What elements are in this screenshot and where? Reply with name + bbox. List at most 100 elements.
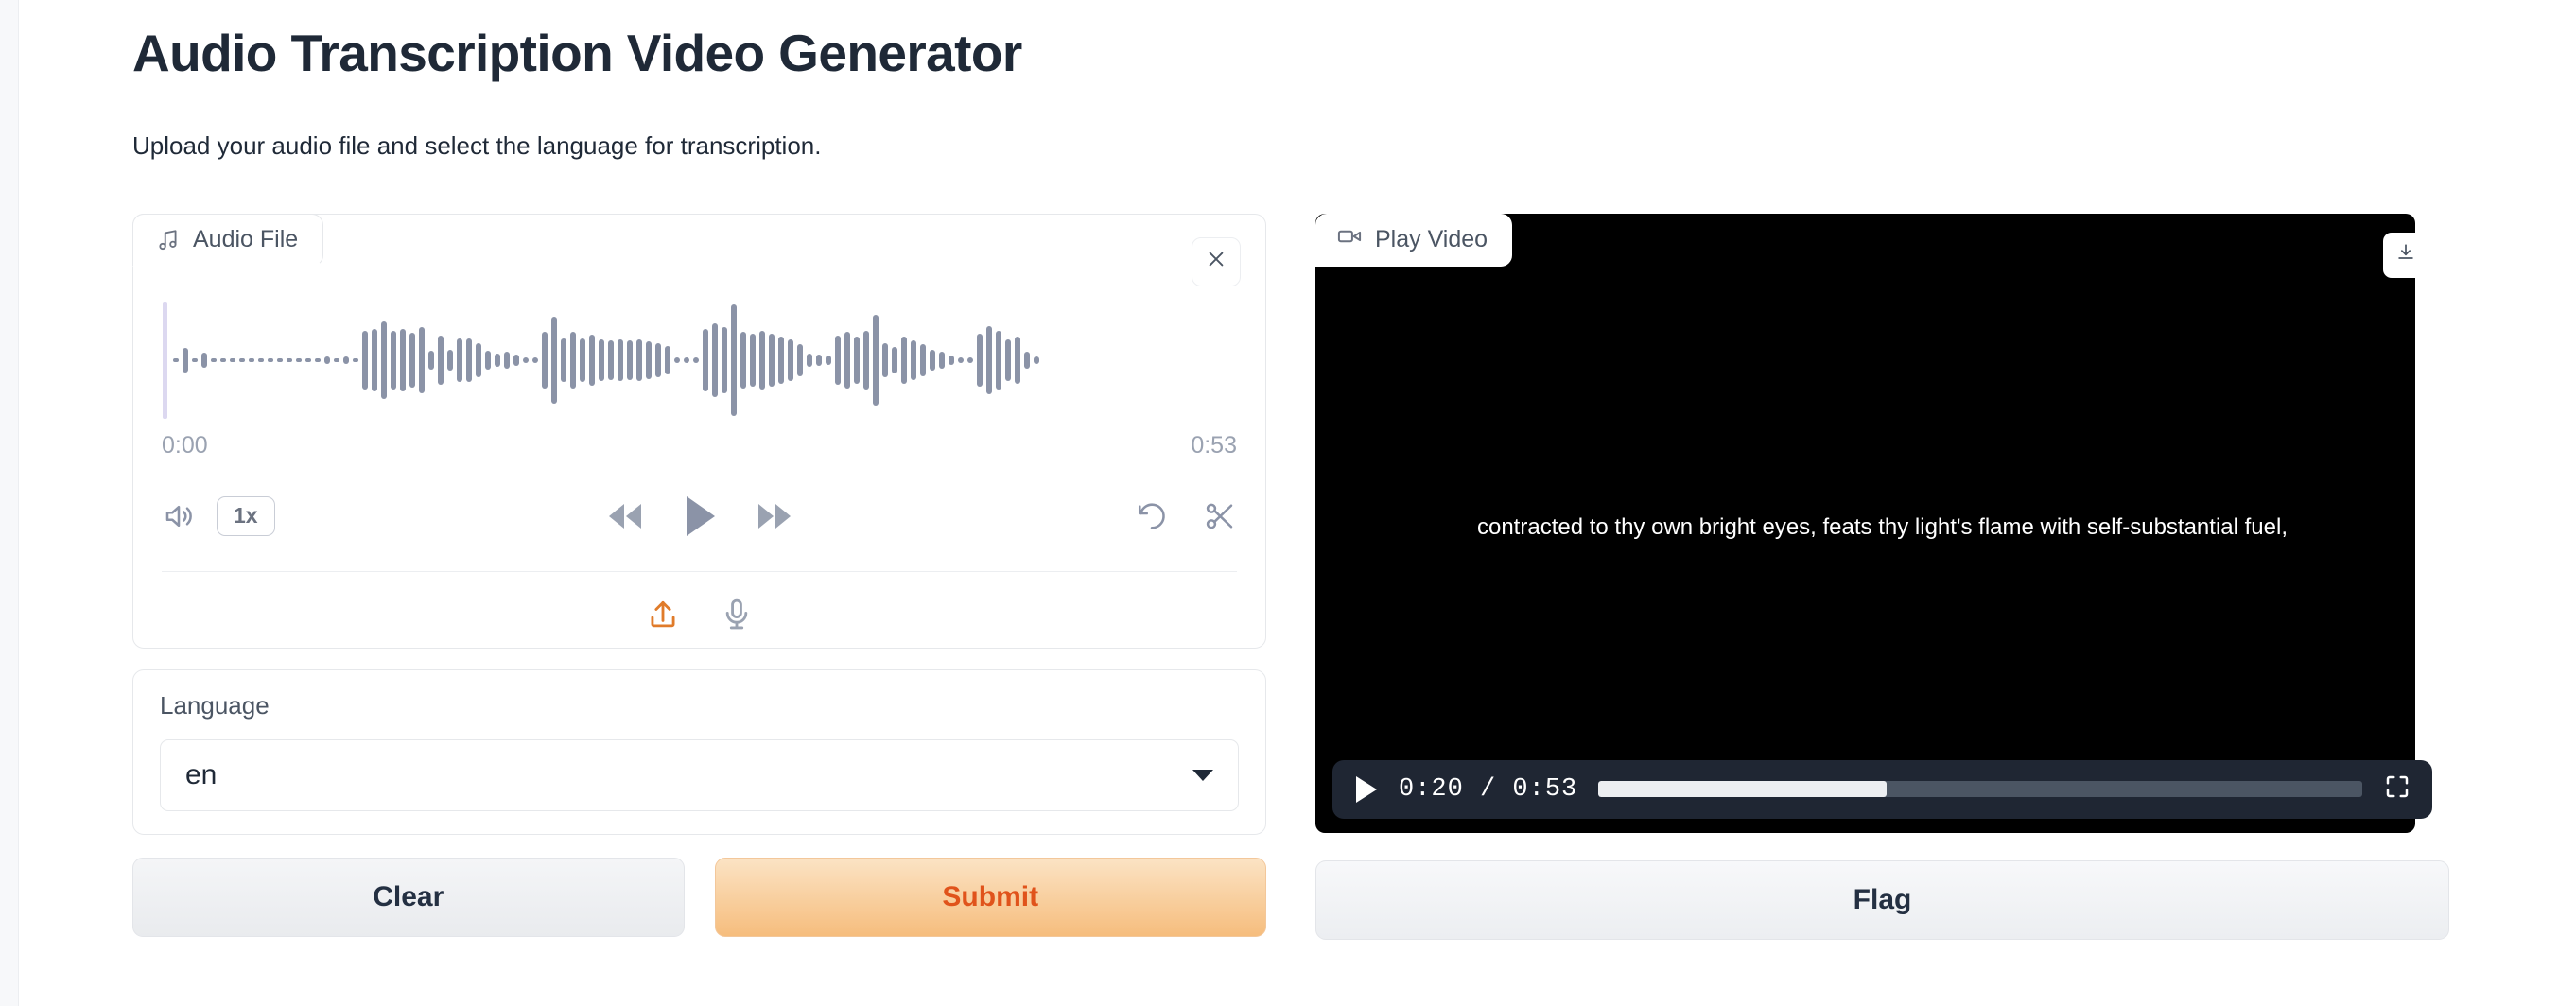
- waveform-bar: [627, 339, 633, 380]
- fullscreen-icon: [2383, 772, 2411, 806]
- flag-button[interactable]: Flag: [1315, 859, 2449, 940]
- language-select[interactable]: en: [160, 738, 1239, 811]
- waveform-bar: [996, 330, 1001, 390]
- waveform-bar: [220, 357, 226, 362]
- tab-play-video-label: Play Video: [1375, 226, 1488, 253]
- close-audio-button[interactable]: [1192, 236, 1241, 286]
- waveform-bar: [561, 338, 566, 382]
- waveform-bar: [655, 342, 661, 377]
- music-note-icon: [156, 228, 181, 252]
- waveform-bar: [580, 338, 585, 382]
- waveform-bar: [268, 357, 273, 362]
- audio-transport-controls: [605, 494, 794, 538]
- waveform-bar: [977, 333, 983, 387]
- upload-icon[interactable]: [645, 597, 681, 633]
- waveform-bar: [362, 330, 368, 390]
- waveform-bar: [807, 353, 812, 367]
- waveform-bar: [778, 336, 784, 384]
- play-icon[interactable]: [683, 494, 717, 538]
- rewind-icon[interactable]: [605, 500, 645, 532]
- video-controls-bar: 0:20 / 0:53: [1332, 759, 2432, 819]
- microphone-icon[interactable]: [719, 597, 755, 633]
- waveform-bar: [1005, 338, 1011, 381]
- tab-play-video[interactable]: Play Video: [1315, 213, 1513, 267]
- clear-button[interactable]: Clear: [132, 857, 685, 937]
- right-column: Play Video contracted to thy own bright …: [1315, 213, 2449, 940]
- waveform-bar: [986, 325, 992, 394]
- waveform-bar: [277, 357, 283, 362]
- submit-button[interactable]: Submit: [714, 857, 1266, 937]
- close-icon: [1206, 249, 1227, 274]
- chevron-down-icon: [1192, 769, 1213, 781]
- waveform-bar: [315, 357, 321, 362]
- audio-controls-row: 1x: [162, 486, 1237, 546]
- waveform-bar: [183, 347, 188, 373]
- video-subtitle: contracted to thy own bright eyes, feats…: [1476, 513, 2288, 540]
- waveform-bar: [428, 350, 434, 370]
- waveform-bars: [173, 302, 1239, 419]
- page-subtitle: Upload your audio file and select the la…: [132, 130, 822, 160]
- download-video-button[interactable]: [2383, 232, 2428, 278]
- fullscreen-button[interactable]: [2383, 772, 2411, 806]
- main-columns: Audio File 0:00 0:53 1x Language en Clea…: [132, 213, 2449, 940]
- audio-time-row: 0:00 0:53: [162, 432, 1237, 460]
- audio-waveform[interactable]: [160, 301, 1239, 419]
- language-label: Language: [160, 690, 270, 720]
- tab-audio-file[interactable]: Audio File: [132, 213, 324, 267]
- fast-forward-icon[interactable]: [755, 500, 794, 532]
- form-actions: Clear Submit: [132, 857, 1266, 937]
- waveform-bar: [665, 345, 670, 374]
- waveform-bar: [901, 336, 907, 384]
- waveform-bar: [873, 314, 879, 406]
- language-select-value: en: [185, 758, 218, 790]
- waveform-bar: [939, 351, 945, 369]
- waveform-bar: [967, 356, 973, 363]
- waveform-bar: [816, 354, 822, 366]
- audio-file-card: Audio File 0:00 0:53 1x: [132, 213, 1266, 649]
- audio-controls-left: 1x: [162, 495, 275, 536]
- waveform-bar: [457, 338, 462, 382]
- waveform-bar: [495, 353, 500, 367]
- video-progress-fill: [1598, 781, 1887, 798]
- waveform-bar: [523, 356, 529, 363]
- waveform-bar: [797, 343, 803, 376]
- waveform-bar: [258, 357, 264, 362]
- audio-divider: [162, 570, 1237, 572]
- waveform-bar: [684, 356, 689, 363]
- waveform-bar: [551, 316, 557, 404]
- video-time-display: 0:20 / 0:53: [1399, 774, 1578, 804]
- waveform-bar: [646, 340, 652, 379]
- video-play-button[interactable]: [1353, 774, 1378, 805]
- waveform-bar: [863, 330, 869, 390]
- waveform-bar: [759, 330, 765, 390]
- waveform-bar: [372, 328, 377, 391]
- playback-speed-button[interactable]: 1x: [217, 495, 275, 536]
- waveform-bar: [1024, 351, 1030, 369]
- waveform-bar: [1034, 356, 1039, 364]
- undo-icon[interactable]: [1135, 499, 1169, 533]
- waveform-bar: [769, 333, 775, 387]
- waveform-bar: [920, 343, 926, 376]
- waveform-bar: [892, 346, 897, 373]
- audio-source-row: [133, 597, 1265, 633]
- video-progress-bar[interactable]: [1598, 781, 2362, 798]
- waveform-bar: [192, 357, 198, 362]
- waveform-bar: [296, 357, 302, 362]
- waveform-bar: [930, 349, 935, 371]
- waveform-bar: [882, 342, 888, 377]
- waveform-bar: [712, 322, 718, 397]
- waveform-bar: [287, 357, 292, 362]
- waveform-bar: [949, 355, 954, 365]
- waveform-playhead: [163, 301, 167, 419]
- scissors-icon[interactable]: [1203, 499, 1237, 533]
- video-card: Play Video contracted to thy own bright …: [1315, 213, 2449, 838]
- waveform-bar: [608, 339, 614, 380]
- volume-icon[interactable]: [162, 499, 196, 533]
- waveform-bar: [854, 336, 860, 384]
- audio-start-time: 0:00: [162, 431, 208, 459]
- waveform-bar: [504, 351, 510, 369]
- waveform-bar: [400, 328, 406, 391]
- language-card: Language en: [132, 668, 1266, 835]
- waveform-bar: [447, 349, 453, 371]
- waveform-bar: [703, 328, 708, 391]
